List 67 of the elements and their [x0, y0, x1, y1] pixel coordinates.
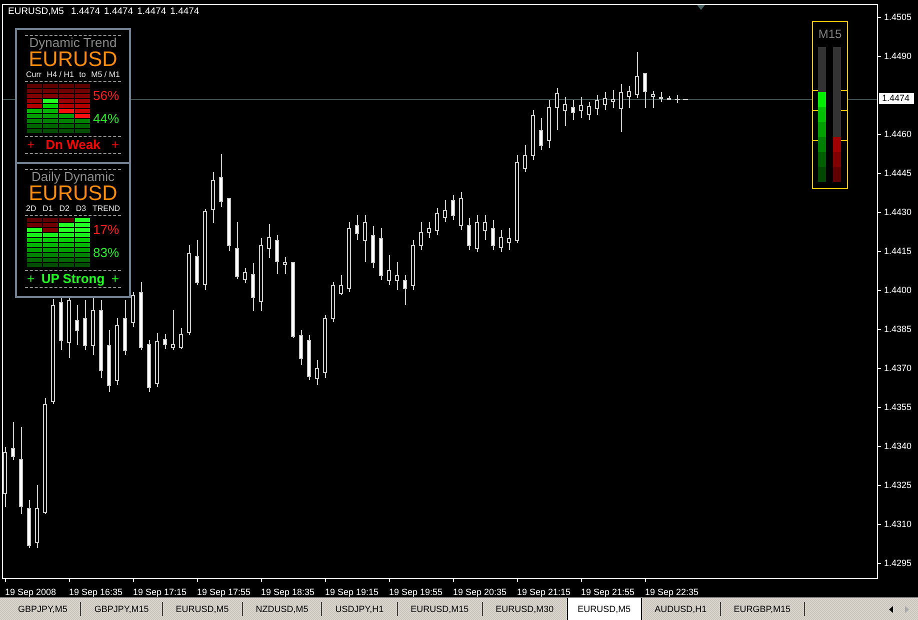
symbol-timeframe-label: EURUSD,M5 [8, 6, 64, 18]
chart-tab[interactable]: USDJPY,H1 [322, 598, 397, 620]
price-axis-label: 1.4460 [884, 129, 912, 140]
price-axis-label: 1.4325 [884, 480, 912, 491]
plus-sign: + [111, 271, 119, 286]
price-axis-label: 1.4385 [884, 324, 912, 335]
time-axis-label: 19 Sep 17:15 [133, 586, 187, 598]
price-axis-label: 1.4310 [884, 519, 912, 530]
time-axis-label: 19 Sep 16:35 [69, 586, 123, 598]
price-axis-label: 1.4400 [884, 285, 912, 296]
triangle-icon[interactable] [697, 5, 705, 10]
trend-verdict: Dn Weak [46, 137, 100, 152]
currency-pair-label: EURUSD [28, 184, 118, 204]
plus-sign: + [27, 137, 35, 152]
chart-tab[interactable]: EURUSD,M30 [482, 598, 567, 620]
time-axis-label: 19 Sep 2008 [5, 586, 56, 598]
chart-tab[interactable]: NZDUSD,M5 [242, 598, 322, 620]
column-label: D2 [59, 204, 70, 213]
price-axis-label: 1.4355 [884, 402, 912, 413]
chart-tab[interactable]: EURUSD,M5 [566, 598, 642, 620]
column-label: 2D [26, 204, 36, 213]
price-axis-label: 1.4295 [884, 558, 912, 569]
percentage-reading: 17% [93, 223, 120, 237]
percentage-reading: 44% [93, 112, 120, 126]
ohlc-value: 1.4474 [70, 6, 100, 18]
chart-tab[interactable]: GBPJPY,M15 [81, 598, 162, 620]
chart-tab[interactable]: GBPJPY,M5 [5, 598, 80, 620]
ohlc-value: 1.4474 [137, 6, 166, 18]
price-axis-label: 1.4490 [884, 51, 912, 62]
time-axis-label: 19 Sep 21:55 [581, 586, 635, 598]
timeframe-label: M15 [817, 26, 843, 42]
time-axis-label: 19 Sep 22:35 [645, 586, 699, 598]
plus-sign: + [27, 271, 35, 286]
time-axis-label: 19 Sep 20:35 [453, 586, 507, 598]
column-label: H4 / H1 [46, 70, 74, 79]
percentage-reading: 56% [93, 89, 120, 103]
chart-tab[interactable]: EURGBP,M15 [720, 598, 804, 620]
panel-title: Daily Dynamic [30, 170, 116, 184]
column-label: D3 [76, 204, 86, 213]
price-axis-label: 1.4430 [884, 207, 912, 218]
time-axis-label: 19 Sep 19:55 [389, 586, 443, 598]
price-axis-label: 1.4370 [884, 363, 912, 374]
column-label: M5 / M1 [91, 70, 120, 79]
time-axis-label: 19 Sep 21:15 [517, 586, 571, 598]
time-axis-label: 19 Sep 17:55 [197, 586, 251, 598]
price-axis-label: 1.4415 [884, 246, 912, 257]
ohlc-value: 1.4474 [104, 6, 134, 18]
ohlc-value: 1.4474 [170, 6, 200, 18]
column-label: Curr [26, 70, 42, 79]
price-axis-label: 1.4505 [884, 12, 912, 23]
price-axis-label: 1.4445 [884, 168, 912, 179]
chart-tab[interactable]: EURUSD,M15 [398, 598, 482, 620]
time-axis-label: 19 Sep 18:35 [261, 586, 315, 598]
trend-verdict: UP Strong [41, 271, 105, 286]
column-label: D1 [42, 204, 53, 213]
currency-pair-label: EURUSD [28, 50, 118, 70]
panel-title: Dynamic Trend [28, 36, 118, 50]
time-axis-label: 19 Sep 19:15 [325, 586, 379, 598]
percentage-reading: 83% [93, 246, 120, 260]
plus-sign: + [111, 137, 119, 152]
chart-tab[interactable]: AUDUSD,H1 [642, 598, 720, 620]
price-axis-label: 1.4340 [884, 441, 912, 452]
current-price-label: 1.4474 [879, 93, 914, 104]
chart-tab[interactable]: EURUSD,M5 [162, 598, 242, 620]
column-label: TREND [92, 204, 120, 213]
column-label: to [79, 70, 86, 79]
left-arrow-icon[interactable] [889, 606, 893, 612]
